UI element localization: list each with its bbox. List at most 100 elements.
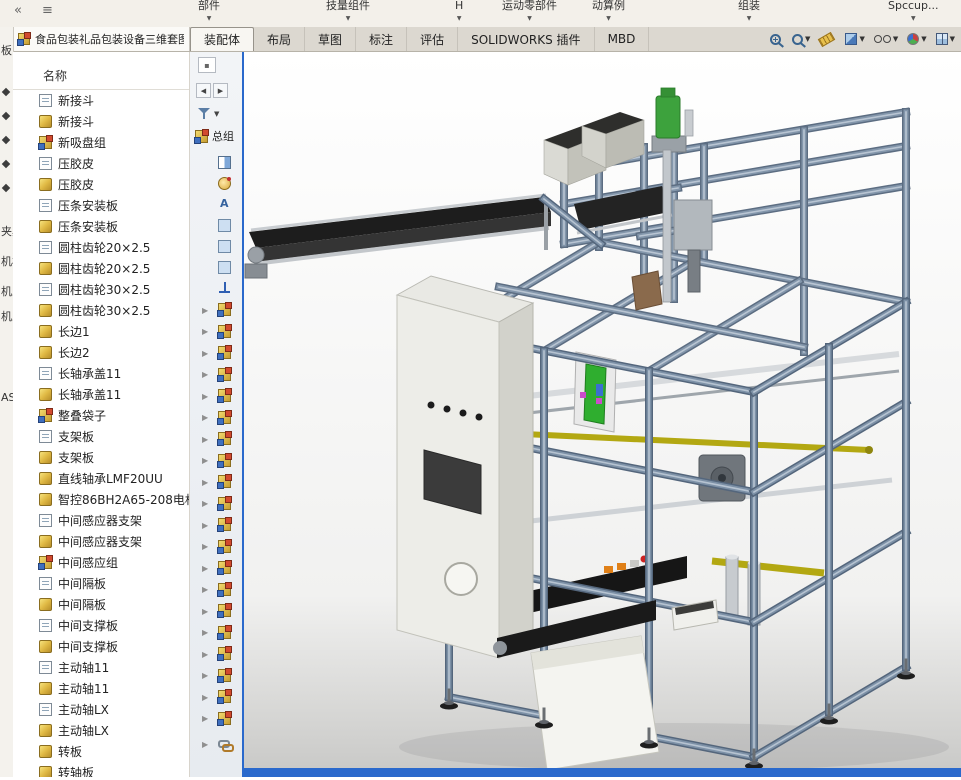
tree-component-node[interactable]	[190, 493, 242, 515]
list-item[interactable]: 中间隔板	[13, 573, 189, 594]
list-item[interactable]: 中间隔板	[13, 594, 189, 615]
component-assembly-icon[interactable]	[218, 647, 231, 660]
ribbon-button-fragment[interactable]: 部件	[198, 0, 220, 22]
list-item[interactable]: 圆柱齿轮20×2.5	[13, 258, 189, 279]
expand-arrow-icon[interactable]	[202, 411, 214, 423]
tree-component-node[interactable]	[190, 622, 242, 644]
component-assembly-icon[interactable]	[218, 518, 231, 531]
ribbon-tab[interactable]: 布局	[254, 27, 305, 51]
dropdown-caret-icon[interactable]	[527, 14, 532, 22]
expand-arrow-icon[interactable]	[202, 390, 214, 402]
expand-arrow-icon[interactable]	[202, 562, 214, 574]
list-item[interactable]: 支架板	[13, 426, 189, 447]
list-item[interactable]: 压条安装板	[13, 216, 189, 237]
component-assembly-icon[interactable]	[218, 712, 231, 725]
tree-component-node[interactable]	[190, 450, 242, 472]
tree-component-node[interactable]	[190, 536, 242, 558]
list-item[interactable]: 压胶皮	[13, 174, 189, 195]
component-assembly-icon[interactable]	[218, 583, 231, 596]
list-item[interactable]: 圆柱齿轮20×2.5	[13, 237, 189, 258]
list-item[interactable]: 新接斗	[13, 111, 189, 132]
dropdown-caret-icon[interactable]	[747, 14, 752, 22]
pin-icon[interactable]	[2, 136, 10, 144]
list-item[interactable]: 主动轴11	[13, 657, 189, 678]
tree-component-node[interactable]	[190, 471, 242, 493]
list-item[interactable]: 智控86BH2A65-208电机	[13, 489, 189, 510]
component-assembly-icon[interactable]	[218, 669, 231, 682]
column-header-name[interactable]: 名称	[13, 52, 189, 90]
tree-component-node[interactable]	[190, 385, 242, 407]
expand-arrow-icon[interactable]	[202, 304, 214, 316]
ribbon-button-fragment[interactable]: Spccup...	[888, 0, 939, 22]
expand-arrow-icon[interactable]	[202, 669, 214, 681]
component-assembly-icon[interactable]	[218, 454, 231, 467]
list-item[interactable]: 支架板	[13, 447, 189, 468]
dropdown-caret-icon[interactable]	[911, 14, 916, 22]
tree-component-node[interactable]	[190, 299, 242, 321]
list-item[interactable]: 新接斗	[13, 90, 189, 111]
list-item[interactable]: 中间支撑板	[13, 636, 189, 657]
dropdown-caret-icon[interactable]: ▼	[950, 35, 955, 43]
expand-arrow-icon[interactable]	[202, 325, 214, 337]
ribbon-tab[interactable]: 草图	[305, 27, 356, 51]
expand-arrow-icon[interactable]	[202, 433, 214, 445]
dropdown-caret-icon[interactable]: ▼	[893, 35, 898, 43]
machine-3d-model[interactable]	[244, 52, 961, 777]
list-item[interactable]: 压条安装板	[13, 195, 189, 216]
tree-component-node[interactable]	[190, 686, 242, 708]
expand-arrow-icon[interactable]	[202, 454, 214, 466]
tree-node[interactable]	[190, 152, 242, 173]
tree-node[interactable]	[190, 257, 242, 278]
graphics-area[interactable]	[244, 52, 961, 777]
dropdown-caret-icon[interactable]	[207, 14, 212, 22]
tree-component-node[interactable]	[190, 665, 242, 687]
pin-icon[interactable]	[2, 112, 10, 120]
list-item[interactable]: 主动轴LX	[13, 720, 189, 741]
list-item[interactable]: 圆柱齿轮30×2.5	[13, 300, 189, 321]
ribbon-button-fragment[interactable]: 技量组件	[326, 0, 370, 22]
ribbon-button-fragment[interactable]: H	[455, 0, 463, 22]
tree-next-button[interactable]: ▶	[213, 83, 228, 98]
sensors-icon[interactable]	[218, 177, 231, 190]
list-item[interactable]: 整叠袋子	[13, 405, 189, 426]
list-item[interactable]: 长轴承盖11	[13, 363, 189, 384]
dropdown-caret-icon[interactable]: ▼	[859, 35, 864, 43]
tree-node[interactable]	[190, 173, 242, 194]
tree-node[interactable]	[190, 194, 242, 215]
ribbon-button-fragment[interactable]: 组装	[738, 0, 760, 22]
tree-component-node[interactable]	[190, 321, 242, 343]
tree-component-node[interactable]	[190, 342, 242, 364]
dropdown-caret-icon[interactable]	[346, 14, 351, 22]
list-item[interactable]: 中间感应器支架	[13, 510, 189, 531]
component-assembly-icon[interactable]	[218, 604, 231, 617]
expand-arrow-icon[interactable]	[202, 540, 214, 552]
list-item[interactable]: 圆柱齿轮30×2.5	[13, 279, 189, 300]
tree-component-node[interactable]	[190, 600, 242, 622]
mates-group-node[interactable]	[190, 733, 242, 755]
component-assembly-icon[interactable]	[218, 389, 231, 402]
list-item[interactable]: 长边1	[13, 321, 189, 342]
pin-icon[interactable]	[2, 184, 10, 192]
component-assembly-icon[interactable]	[218, 368, 231, 381]
expand-arrow-icon[interactable]	[202, 648, 214, 660]
component-assembly-icon[interactable]	[218, 690, 231, 703]
document-tab[interactable]: 食品包装礼品包装设备三维套图	[13, 27, 190, 51]
pin-icon[interactable]	[2, 88, 10, 96]
tree-component-node[interactable]	[190, 643, 242, 665]
component-assembly-icon[interactable]	[218, 540, 231, 553]
list-item[interactable]: 主动轴LX	[13, 699, 189, 720]
tree-root-node[interactable]: 总组	[195, 128, 242, 144]
list-item[interactable]: 转轴板	[13, 762, 189, 777]
panel-pin-button[interactable]: ▪	[198, 57, 216, 73]
tree-node[interactable]	[190, 236, 242, 257]
tree-prev-button[interactable]: ◀	[196, 83, 211, 98]
tree-component-node[interactable]	[190, 407, 242, 429]
origin-icon[interactable]	[218, 282, 231, 295]
list-item[interactable]: 中间感应器支架	[13, 531, 189, 552]
ribbon-button-fragment[interactable]: 动算例	[592, 0, 625, 22]
ribbon-tab[interactable]: 评估	[407, 27, 458, 51]
component-assembly-icon[interactable]	[218, 626, 231, 639]
dropdown-caret-icon[interactable]	[457, 14, 462, 22]
list-item[interactable]: 中间支撑板	[13, 615, 189, 636]
expand-arrow-icon[interactable]	[202, 368, 214, 380]
